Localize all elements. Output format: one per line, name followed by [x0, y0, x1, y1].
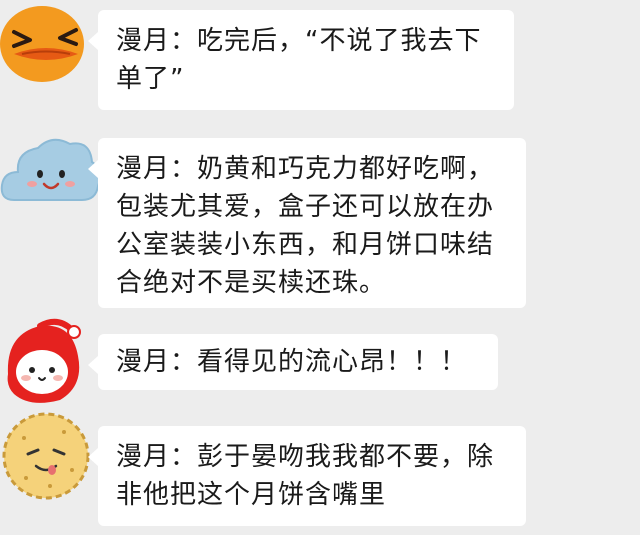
duck-face-icon	[0, 6, 84, 82]
red-hood-character-icon	[7, 318, 81, 403]
avatar[interactable]	[0, 2, 96, 86]
message-bubble[interactable]: 漫月：看得见的流心昂！！！	[88, 334, 498, 390]
message-text: 漫月：奶黄和巧克力都好吃啊，包装尤其爱，盒子还可以放在办公室装装小东西，和月饼口…	[116, 154, 495, 298]
message-text: 漫月：看得见的流心昂！！！	[116, 347, 468, 377]
message-bubble[interactable]: 漫月：彭于晏吻我我都不要，除非他把这个月饼含嘴里	[88, 426, 526, 526]
message-text: 漫月：彭于晏吻我我都不要，除非他把这个月饼含嘴里	[116, 442, 495, 510]
avatar[interactable]	[0, 316, 88, 410]
message-bubble[interactable]: 漫月：奶黄和巧克力都好吃啊，包装尤其爱，盒子还可以放在办公室装装小东西，和月饼口…	[88, 138, 526, 308]
avatar[interactable]	[0, 408, 96, 508]
message-bubble[interactable]: 漫月：吃完后，“不说了我去下单了”	[88, 10, 514, 110]
chat-message-list: 漫月：吃完后，“不说了我去下单了” 漫月：奶黄和巧克力都好吃啊，包装尤其爱，盒子…	[0, 0, 640, 535]
message-text: 漫月：吃完后，“不说了我去下单了”	[116, 26, 482, 94]
cookie-face-icon	[2, 412, 90, 500]
